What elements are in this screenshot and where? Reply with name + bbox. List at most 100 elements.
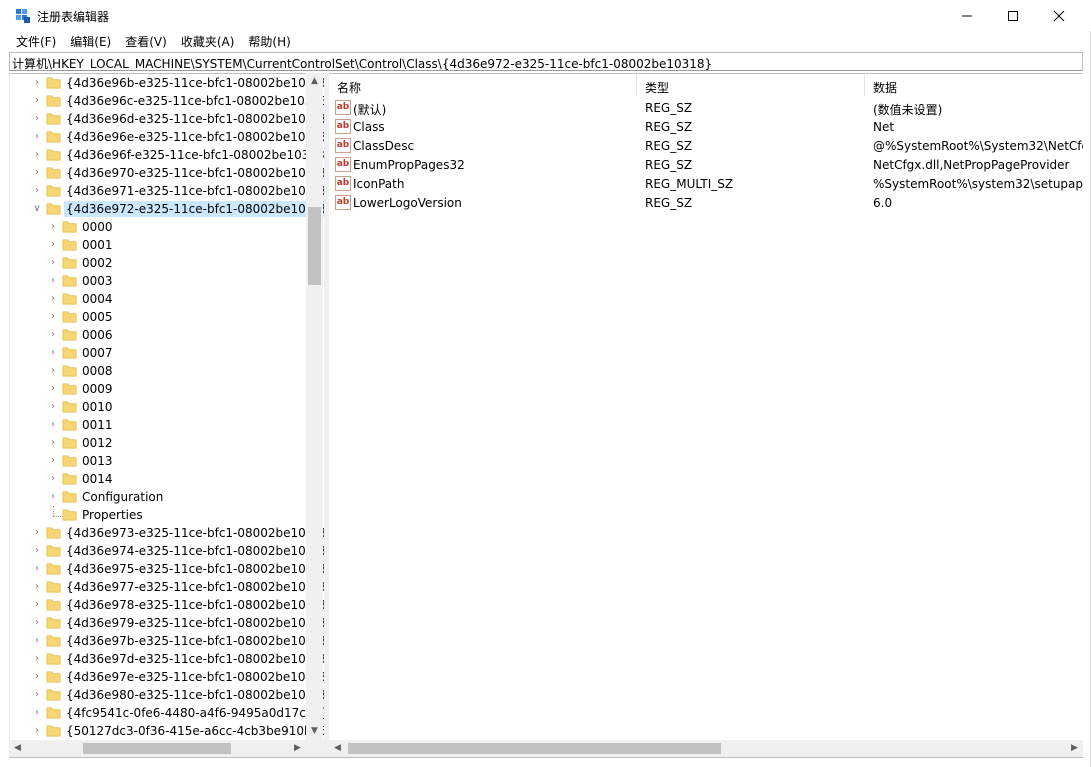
chevron-right-icon[interactable]: › (32, 131, 42, 143)
tree-item[interactable]: › {4d36e979-e325-11ce-bfc1-08002be10318} (10, 614, 324, 632)
chevron-right-icon[interactable]: › (32, 671, 42, 683)
tree-item[interactable]: › {4d36e977-e325-11ce-bfc1-08002be10318} (10, 578, 324, 596)
chevron-right-icon[interactable]: › (48, 491, 58, 503)
tree-item-child-leaf[interactable]: Properties (10, 506, 310, 524)
scroll-left-icon[interactable]: ◀ (329, 740, 346, 757)
tree-item[interactable]: › {4d36e97b-e325-11ce-bfc1-08002be10318} (10, 632, 324, 650)
chevron-right-icon[interactable]: › (32, 95, 42, 107)
tree-item-child[interactable]: › 0011 (10, 416, 310, 434)
tree-item[interactable]: › {4d36e980-e325-11ce-bfc1-08002be10318} (10, 686, 324, 704)
chevron-right-icon[interactable]: › (48, 419, 58, 431)
tree-item-child[interactable]: › 0010 (10, 398, 310, 416)
tree-item-child[interactable]: › 0014 (10, 470, 310, 488)
tree-item[interactable]: › {4d36e96c-e325-11ce-bfc1-08002be10318} (10, 92, 324, 110)
tree-item[interactable]: › {4d36e96d-e325-11ce-bfc1-08002be10318} (10, 110, 324, 128)
tree-item[interactable]: › {4d36e97e-e325-11ce-bfc1-08002be10318} (10, 668, 324, 686)
chevron-right-icon[interactable]: › (48, 221, 58, 233)
tree-item-child[interactable]: › 0008 (10, 362, 310, 380)
chevron-right-icon[interactable]: › (32, 707, 42, 719)
tree-item-child[interactable]: › 0013 (10, 452, 310, 470)
chevron-right-icon[interactable]: › (48, 329, 58, 341)
tree-item[interactable]: › {4d36e971-e325-11ce-bfc1-08002be10318} (10, 182, 324, 200)
tree-item-child[interactable]: › 0001 (10, 236, 310, 254)
chevron-right-icon[interactable]: › (32, 635, 42, 647)
tree-item-child[interactable]: › 0003 (10, 272, 310, 290)
chevron-right-icon[interactable]: › (32, 545, 42, 557)
menu-view[interactable]: 查看(V) (118, 31, 174, 51)
scroll-left-icon[interactable]: ◀ (9, 740, 26, 757)
chevron-right-icon[interactable]: › (32, 689, 42, 701)
value-row[interactable]: ab Class REG_SZ Net (329, 117, 1083, 136)
tree-item[interactable]: › {4d36e96f-e325-11ce-bfc1-08002be10318} (10, 146, 324, 164)
values-hscroll-thumb[interactable] (348, 743, 721, 754)
menu-help[interactable]: 帮助(H) (241, 31, 297, 51)
tree-vscroll-thumb[interactable] (308, 207, 321, 285)
chevron-right-icon[interactable]: › (32, 599, 42, 611)
chevron-right-icon[interactable]: › (32, 653, 42, 665)
tree-item[interactable]: › {4d36e973-e325-11ce-bfc1-08002be10318} (10, 524, 324, 542)
tree-item[interactable]: › {4d36e978-e325-11ce-bfc1-08002be10318} (10, 596, 324, 614)
chevron-right-icon[interactable]: › (48, 455, 58, 467)
tree-item[interactable]: › {4d36e96b-e325-11ce-bfc1-08002be10318} (10, 74, 324, 92)
scroll-right-icon[interactable]: ▶ (289, 740, 306, 757)
tree-item[interactable]: › {4d36e97d-e325-11ce-bfc1-08002be10318} (10, 650, 324, 668)
maximize-button[interactable] (990, 0, 1036, 31)
chevron-right-icon[interactable]: › (32, 725, 42, 737)
menu-edit[interactable]: 编辑(E) (63, 31, 118, 51)
chevron-right-icon[interactable]: › (48, 401, 58, 413)
value-row[interactable]: ab LowerLogoVersion REG_SZ 6.0 (329, 193, 1083, 212)
value-row[interactable]: ab IconPath REG_MULTI_SZ %SystemRoot%\syste… (329, 174, 1083, 193)
tree-item-child[interactable]: › 0000 (10, 218, 310, 236)
chevron-right-icon[interactable]: › (32, 617, 42, 629)
close-button[interactable] (1036, 0, 1082, 31)
tree-item[interactable]: › {4d36e96e-e325-11ce-bfc1-08002be10318} (10, 128, 324, 146)
tree-item[interactable]: › {4d36e974-e325-11ce-bfc1-08002be10318} (10, 542, 324, 560)
chevron-right-icon[interactable]: › (32, 167, 42, 179)
tree-hscroll-thumb[interactable] (83, 743, 231, 754)
chevron-right-icon[interactable]: › (48, 383, 58, 395)
scroll-right-icon[interactable]: ▶ (1066, 740, 1083, 757)
tree-item[interactable]: › {4fc9541c-0fe6-4480-a4f6-9495a0d17cd2} (10, 704, 324, 722)
chevron-right-icon[interactable]: › (48, 437, 58, 449)
value-row[interactable]: ab (默认) REG_SZ (数值未设置) (329, 98, 1083, 117)
chevron-down-icon[interactable]: ∨ (32, 203, 42, 215)
chevron-right-icon[interactable]: › (48, 239, 58, 251)
chevron-right-icon[interactable]: › (48, 365, 58, 377)
chevron-right-icon[interactable]: › (32, 527, 42, 539)
value-row[interactable]: ab EnumPropPages32 REG_SZ NetCfgx.dll,NetPr… (329, 155, 1083, 174)
values-horizontal-scrollbar[interactable]: ◀ ▶ (329, 740, 1083, 757)
minimize-button[interactable] (944, 0, 990, 31)
chevron-right-icon[interactable]: › (32, 77, 42, 89)
column-header-name[interactable]: 名称 (329, 74, 637, 96)
column-header-type[interactable]: 类型 (637, 74, 865, 96)
tree-item-child[interactable]: › 0012 (10, 434, 310, 452)
chevron-right-icon[interactable]: › (48, 293, 58, 305)
tree-item-child[interactable]: › 0009 (10, 380, 310, 398)
chevron-right-icon[interactable]: › (32, 581, 42, 593)
tree-item-selected[interactable]: ∨ {4d36e972-e325-11ce-bfc1-08002be10318} (10, 200, 324, 218)
tree-item-child[interactable]: › 0002 (10, 254, 310, 272)
tree-item-child[interactable]: › 0007 (10, 344, 310, 362)
chevron-right-icon[interactable]: › (48, 347, 58, 359)
chevron-right-icon[interactable]: › (48, 257, 58, 269)
tree-item[interactable]: › {50127dc3-0f36-415e-a6cc-4cb3be910b65} (10, 722, 324, 740)
chevron-right-icon[interactable]: › (32, 113, 42, 125)
tree-item-child[interactable]: › 0005 (10, 308, 310, 326)
menu-file[interactable]: 文件(F) (9, 31, 63, 51)
chevron-right-icon[interactable]: › (32, 185, 42, 197)
value-row[interactable]: ab ClassDesc REG_SZ @%SystemRoot%\System32\… (329, 136, 1083, 155)
column-header-data[interactable]: 数据 (865, 74, 1083, 96)
scroll-up-icon[interactable]: ▲ (306, 73, 323, 90)
chevron-right-icon[interactable]: › (32, 563, 42, 575)
scroll-down-icon[interactable]: ▼ (306, 723, 323, 740)
address-bar[interactable]: 计算机\HKEY_LOCAL_MACHINE\SYSTEM\CurrentCon… (9, 52, 1083, 71)
tree-horizontal-scrollbar[interactable]: ◀ ▶ (9, 740, 324, 757)
tree-item-child[interactable]: › 0006 (10, 326, 310, 344)
chevron-right-icon[interactable]: › (48, 473, 58, 485)
tree-item[interactable]: › {4d36e970-e325-11ce-bfc1-08002be10318} (10, 164, 324, 182)
chevron-right-icon[interactable]: › (32, 149, 42, 161)
tree-item[interactable]: › {4d36e975-e325-11ce-bfc1-08002be10318} (10, 560, 324, 578)
tree-item-child[interactable]: › Configuration (10, 488, 310, 506)
chevron-right-icon[interactable]: › (48, 275, 58, 287)
menu-favorites[interactable]: 收藏夹(A) (174, 31, 242, 51)
